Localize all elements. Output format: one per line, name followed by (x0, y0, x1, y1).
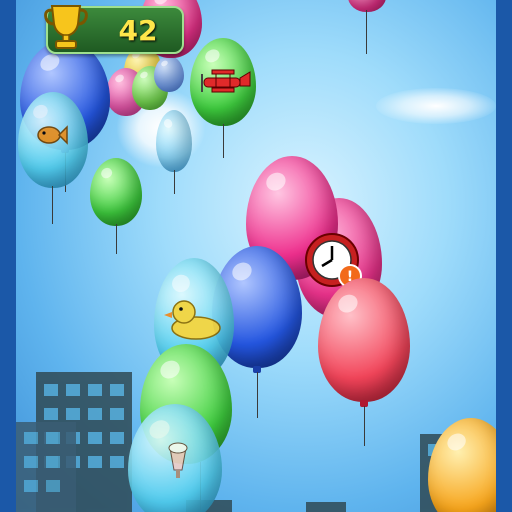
trophy-icon (44, 5, 88, 49)
fish-icon (37, 125, 68, 145)
balloon-string (257, 372, 258, 418)
milkshake-icon (168, 442, 188, 478)
balloon-string (52, 186, 53, 224)
balloon-orange[interactable] (428, 418, 496, 512)
right-border (496, 0, 512, 512)
rubber-duck-icon (164, 300, 221, 340)
balloon-pink-topright[interactable] (348, 0, 386, 12)
balloon-cyan-small[interactable] (156, 110, 192, 172)
balloon-string (116, 224, 117, 254)
balloon-string (364, 406, 365, 446)
light-streak (376, 88, 496, 124)
building-mid2 (306, 502, 346, 512)
balloon-blue-small[interactable] (154, 56, 184, 92)
balloon-red[interactable] (318, 278, 410, 402)
balloon-green-airplane[interactable] (190, 38, 256, 126)
building-left-front (16, 422, 76, 512)
balloon-string (366, 10, 367, 54)
balloon-cyan-fish[interactable] (18, 92, 88, 188)
airplane-icon (201, 69, 251, 93)
left-border (0, 0, 16, 512)
game-area[interactable]: ! 42 (16, 0, 496, 512)
balloon-string (223, 124, 224, 158)
balloon-string (174, 170, 175, 194)
balloon-green-mid[interactable] (90, 158, 142, 226)
score-value: 42 (118, 14, 158, 47)
